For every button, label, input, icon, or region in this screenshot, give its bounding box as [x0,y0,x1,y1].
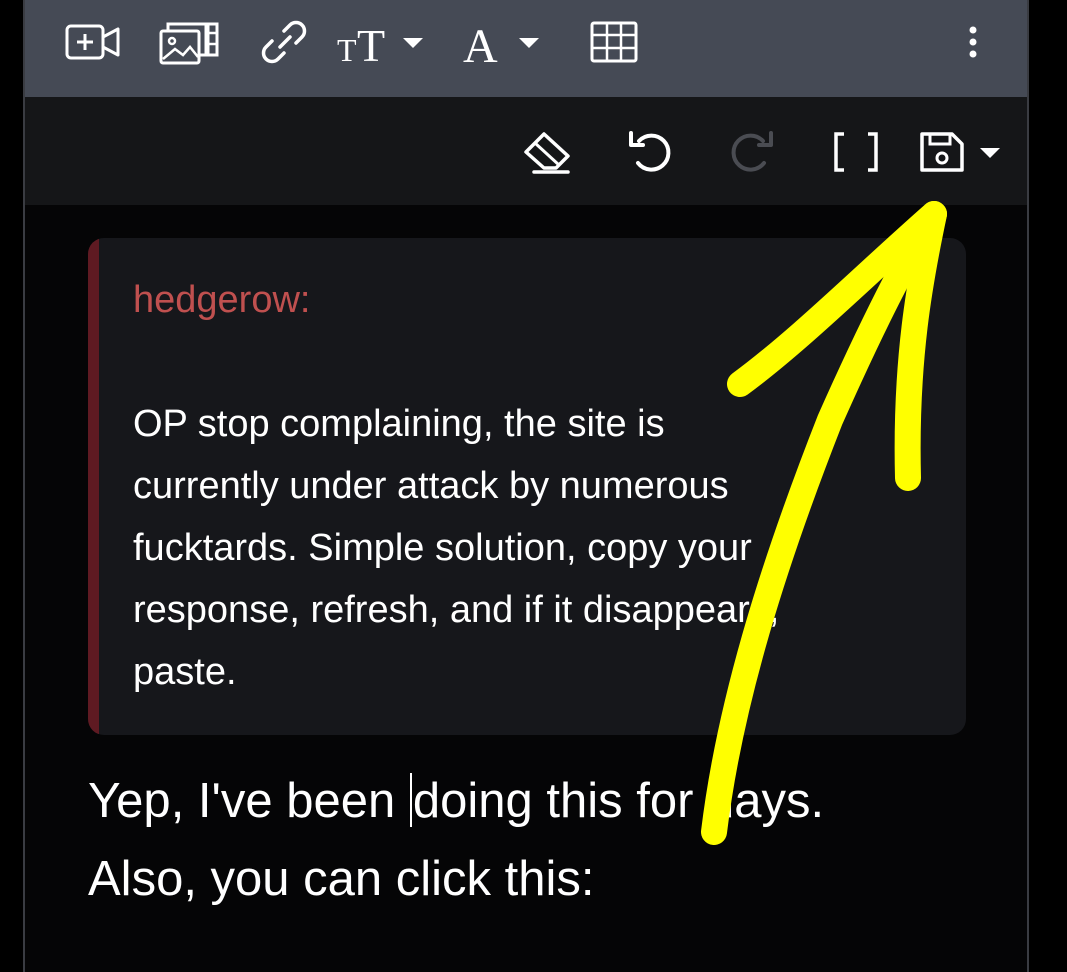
reply-line-2: Also, you can click this: [88,852,595,906]
quote-line: fucktards. Simple solution, copy your [133,527,752,569]
text-caret [409,773,412,827]
reply-text-after-caret: doing this for days. [412,774,825,828]
quote-line: paste. [133,651,237,693]
fullscreen-brackets-icon[interactable] [830,126,882,178]
svg-text:A: A [463,20,498,67]
link-icon[interactable] [258,18,310,66]
svg-text:T: T [337,32,357,67]
text-color-icon[interactable]: A [461,18,547,67]
reply-text-area[interactable]: Yep, I've been doing this for days. Also… [88,762,988,918]
quote-line: response, refresh, and if it disappears, [133,589,780,631]
table-icon[interactable] [588,18,640,66]
eraser-icon[interactable] [521,126,579,178]
insert-image-gallery-icon[interactable] [157,18,221,66]
text-size-icon[interactable]: T T [335,18,431,67]
svg-text:T: T [357,20,385,67]
quote-author: hedgerow: [133,279,311,321]
blockquote: hedgerow: OP stop complaining, the site … [88,238,966,735]
insert-video-icon[interactable] [63,18,123,66]
quote-accent-bar [88,238,99,735]
reply-line-1: Yep, I've been doing this for days. [88,762,988,840]
quote-body: OP stop complaining, the site is current… [133,393,933,703]
more-vertical-icon[interactable] [961,18,985,66]
quote-line: currently under attack by numerous [133,465,729,507]
undo-icon[interactable] [625,126,677,178]
save-icon[interactable] [918,126,1004,178]
quote-line: OP stop complaining, the site is [133,403,665,445]
editor-frame: T T A hedgerow: OP stop complaining, the… [23,0,1029,972]
redo-icon[interactable] [725,126,777,178]
reply-text-before-caret: Yep, I've been [88,774,409,828]
formatting-toolbar: T T A [25,0,1027,97]
